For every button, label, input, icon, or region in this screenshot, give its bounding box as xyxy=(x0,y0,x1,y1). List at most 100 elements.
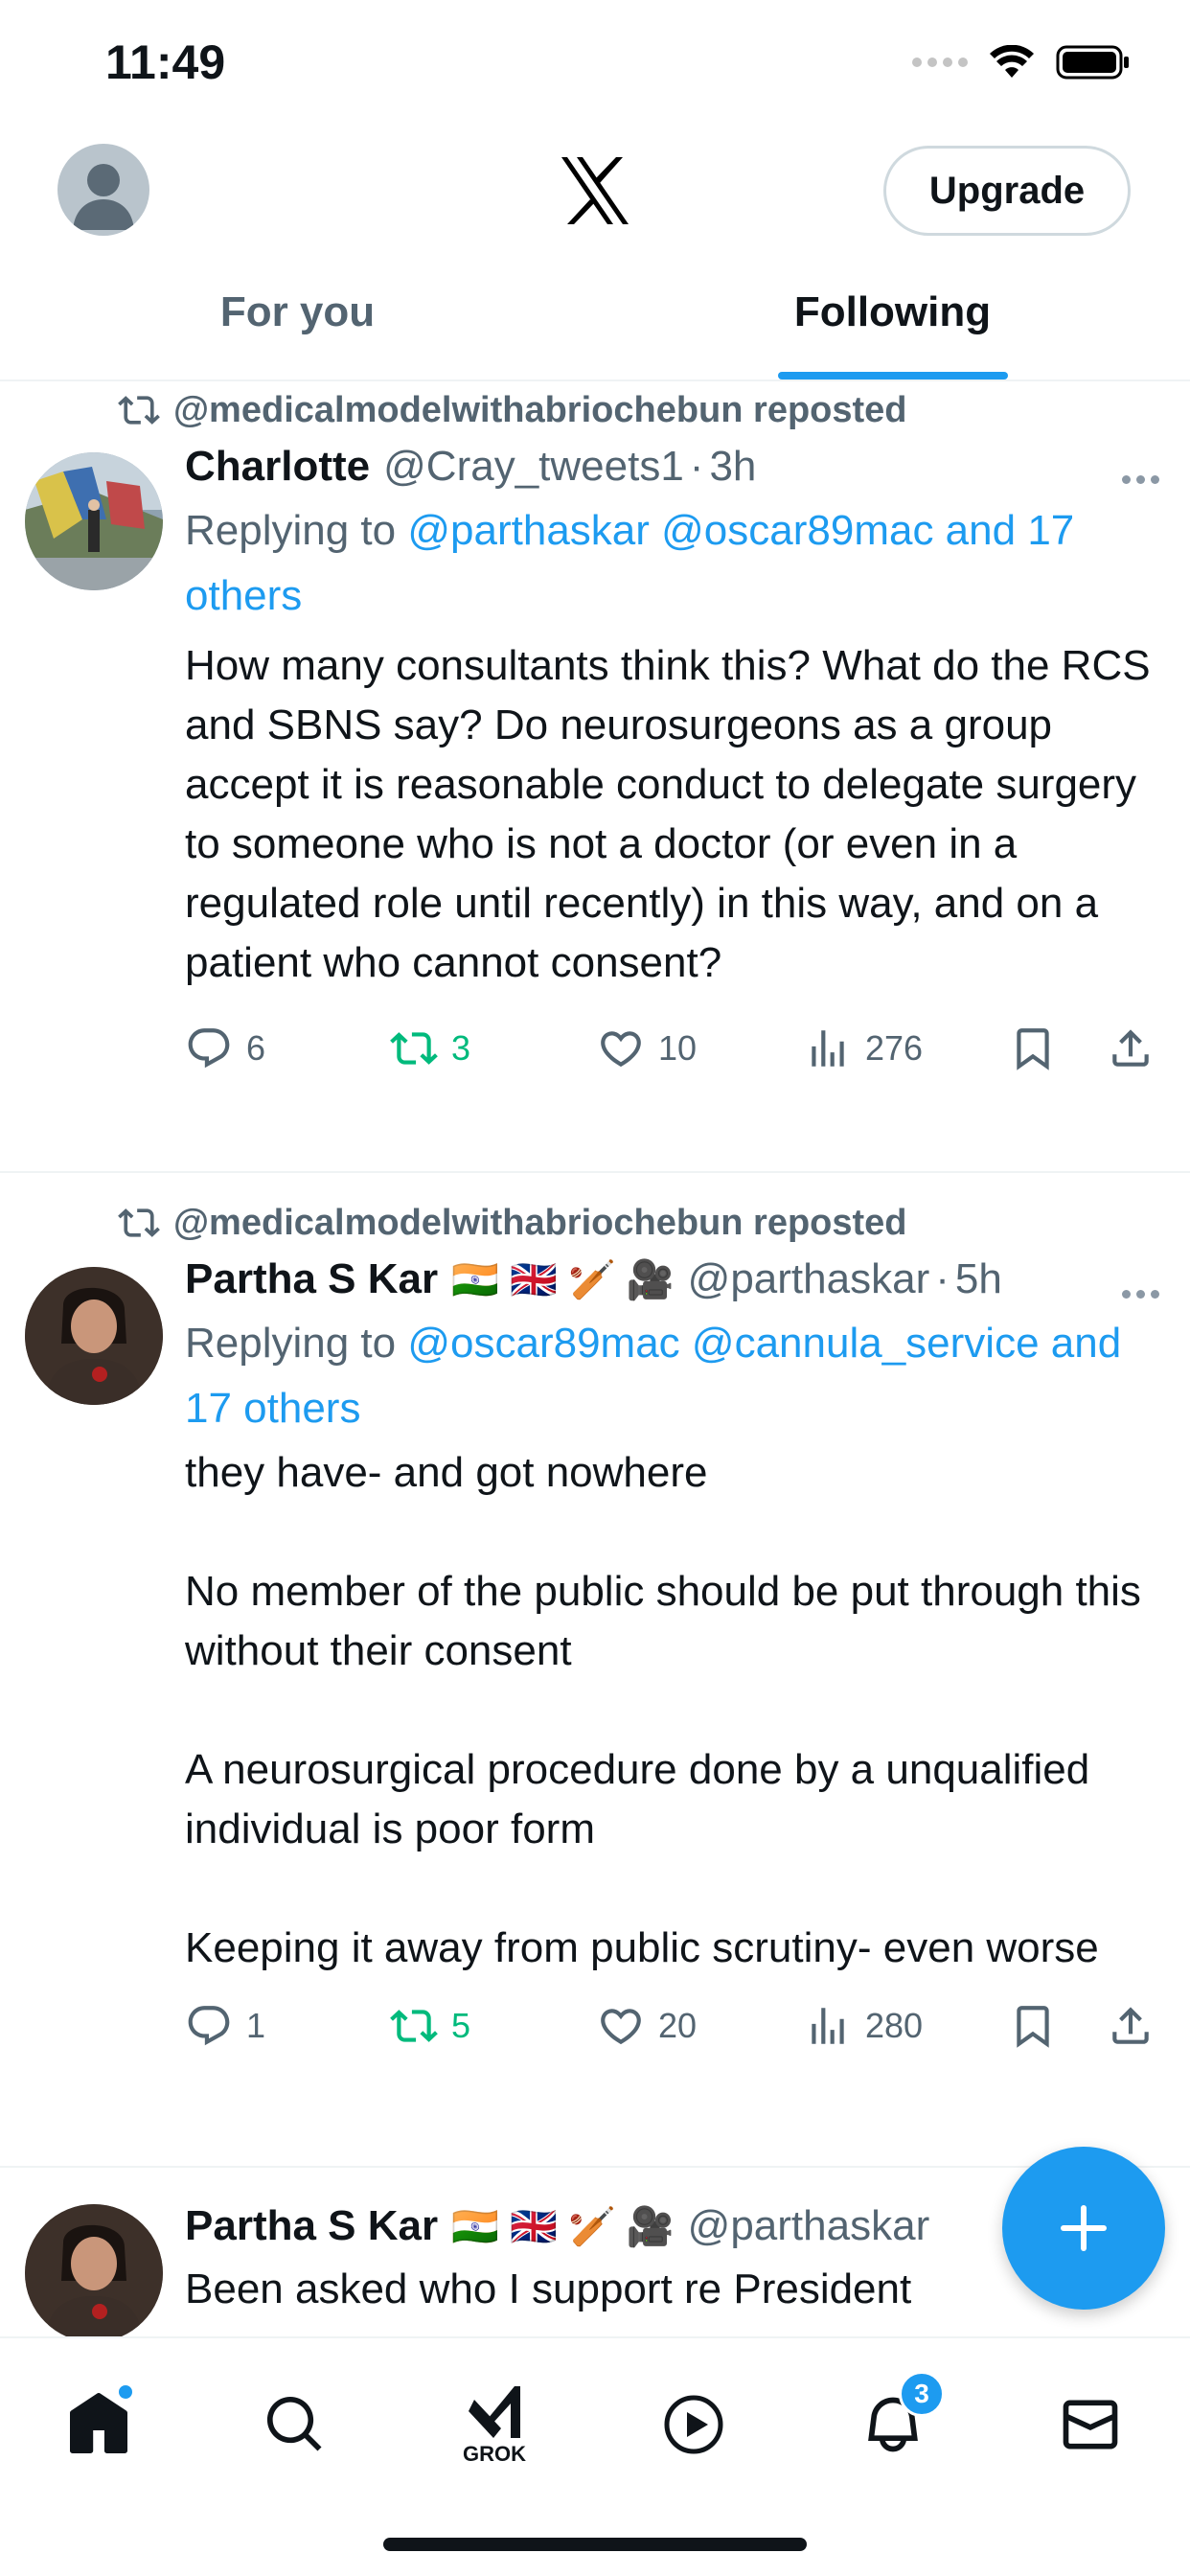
nav-video[interactable] xyxy=(636,2367,751,2482)
tab-label: For you xyxy=(219,288,376,335)
x-logo-icon xyxy=(561,157,629,224)
envelope-icon xyxy=(1063,2400,1118,2450)
repost-count: 3 xyxy=(451,1028,471,1068)
replying-to-label: Replying to xyxy=(185,507,408,554)
repost-count: 5 xyxy=(451,2006,471,2045)
notifications-badge: 3 xyxy=(899,2371,945,2417)
tweet-header: Partha S Kar 🇮🇳 🇬🇧 🏏 🎥 @parthaskar · 5h xyxy=(185,1248,1161,1311)
bookmark-button[interactable] xyxy=(1009,2002,1107,2050)
repost-indicator: @medicalmodelwithabriochebun reposted xyxy=(118,1202,1161,1244)
separator-dot: · xyxy=(689,443,704,490)
nav-home[interactable] xyxy=(41,2367,156,2482)
author-name[interactable]: Charlotte xyxy=(185,443,370,491)
share-button[interactable] xyxy=(1107,2002,1155,2050)
compose-post-button[interactable] xyxy=(1002,2147,1165,2310)
separator-dot: · xyxy=(935,1255,950,1302)
home-new-posts-dot xyxy=(116,2382,135,2402)
wifi-icon xyxy=(990,45,1034,78)
share-button[interactable] xyxy=(1107,1024,1155,1072)
status-bar: 11:49 xyxy=(0,0,1190,134)
tweet-actions: 1 5 20 280 xyxy=(185,1978,1161,2074)
tweet-actions: 6 3 10 276 xyxy=(185,1000,1161,1096)
tweet-time[interactable]: 3h xyxy=(709,443,756,491)
author-name[interactable]: Partha S Kar xyxy=(185,2202,438,2250)
like-count: 10 xyxy=(658,1028,698,1068)
search-icon xyxy=(266,2396,322,2451)
tweet-text: they have- and got nowhere No member of … xyxy=(185,1449,1141,1971)
like-count: 20 xyxy=(658,2006,698,2045)
active-tab-indicator xyxy=(777,372,1008,380)
tab-for-you[interactable]: For you xyxy=(0,268,595,380)
author-flag-emojis: 🇮🇳 🇬🇧 🏏 🎥 xyxy=(451,1258,675,1301)
reply-button[interactable]: 1 xyxy=(185,2002,390,2050)
tab-following[interactable]: Following xyxy=(595,268,1190,380)
author-handle[interactable]: @parthaskar xyxy=(688,2202,930,2250)
tweet-text: How many consultants think this? What do… xyxy=(185,642,1151,986)
nav-grok[interactable]: GROK xyxy=(437,2367,552,2482)
share-icon xyxy=(1112,2007,1149,2044)
like-button[interactable]: 20 xyxy=(597,2002,804,2050)
more-options-button[interactable] xyxy=(1122,1290,1159,1299)
timeline-tabs: For you Following xyxy=(0,268,1190,381)
repost-icon xyxy=(118,1208,160,1237)
tweet-header: Charlotte @Cray_tweets1 · 3h xyxy=(185,435,1161,498)
nav-search[interactable] xyxy=(238,2367,353,2482)
heart-icon xyxy=(601,1031,641,1068)
reply-button[interactable]: 6 xyxy=(185,1024,390,1072)
author-avatar[interactable] xyxy=(25,452,163,590)
bookmark-icon xyxy=(1017,2006,1049,2048)
reply-icon xyxy=(188,2006,230,2046)
repost-text: @medicalmodelwithabriochebun reposted xyxy=(173,389,907,430)
share-icon xyxy=(1112,1029,1149,1067)
upgrade-button[interactable]: Upgrade xyxy=(883,146,1131,236)
views-button[interactable]: 276 xyxy=(804,1024,1009,1072)
cellular-signal-icon xyxy=(912,58,968,67)
avatar-photo xyxy=(25,2204,163,2336)
avatar-photo xyxy=(25,1267,163,1405)
tab-label: Following xyxy=(793,288,992,335)
default-avatar-icon xyxy=(73,164,134,230)
repost-button[interactable]: 3 xyxy=(390,1024,597,1072)
bookmark-button[interactable] xyxy=(1009,1024,1107,1072)
battery-icon xyxy=(1056,45,1129,80)
top-header: Upgrade xyxy=(0,134,1190,249)
analytics-icon xyxy=(812,2008,844,2044)
author-handle[interactable]: @Cray_tweets1 xyxy=(383,443,684,491)
home-indicator[interactable] xyxy=(383,2538,807,2551)
reply-count: 1 xyxy=(246,2006,266,2045)
tweet-time[interactable]: 5h xyxy=(955,1255,1002,1303)
repost-indicator: @medicalmodelwithabriochebun reposted xyxy=(118,389,1161,431)
tweet[interactable]: @medicalmodelwithabriochebun reposted Pa… xyxy=(0,1173,1190,2168)
author-avatar[interactable] xyxy=(25,1267,163,1405)
timeline-feed[interactable]: @medicalmodelwithabriochebun reposted Ch… xyxy=(0,381,1190,2336)
plus-icon xyxy=(1061,2205,1107,2251)
like-button[interactable]: 10 xyxy=(597,1024,804,1072)
profile-avatar-button[interactable] xyxy=(57,144,149,236)
replying-to-label: Replying to xyxy=(185,1320,408,1367)
repost-icon xyxy=(118,396,160,425)
author-flag-emojis: 🇮🇳 🇬🇧 🏏 🎥 xyxy=(451,2205,675,2248)
nav-messages[interactable] xyxy=(1033,2367,1148,2482)
view-count: 280 xyxy=(865,2006,924,2045)
reply-icon xyxy=(188,1028,230,1069)
grok-label: GROK xyxy=(463,2442,526,2466)
status-icons xyxy=(912,44,1131,80)
repost-text: @medicalmodelwithabriochebun reposted xyxy=(173,1202,907,1243)
status-time: 11:49 xyxy=(105,35,226,89)
repost-icon xyxy=(390,2010,438,2042)
views-button[interactable]: 280 xyxy=(804,2002,1009,2050)
play-circle-icon xyxy=(664,2395,723,2454)
repost-button[interactable]: 5 xyxy=(390,2002,597,2050)
author-avatar[interactable] xyxy=(25,2204,163,2336)
replying-to: Replying to @parthaskar @oscar89mac and … xyxy=(185,498,1161,629)
analytics-icon xyxy=(812,1030,844,1067)
bookmark-icon xyxy=(1017,1028,1049,1070)
grok-icon xyxy=(469,2386,520,2438)
reply-count: 6 xyxy=(246,1028,266,1068)
nav-notifications[interactable]: 3 xyxy=(835,2367,950,2482)
tweet[interactable]: @medicalmodelwithabriochebun reposted Ch… xyxy=(0,381,1190,1173)
author-name[interactable]: Partha S Kar xyxy=(185,1255,438,1303)
more-options-button[interactable] xyxy=(1122,475,1159,484)
view-count: 276 xyxy=(865,1028,924,1068)
author-handle[interactable]: @parthaskar xyxy=(688,1255,930,1303)
